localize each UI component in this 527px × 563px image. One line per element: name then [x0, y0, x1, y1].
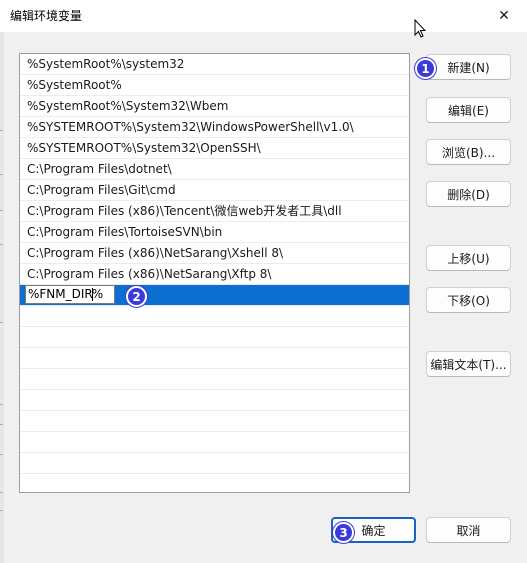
list-item-editing[interactable]: %FNM_DIR%	[20, 285, 409, 306]
empty-list-row	[20, 348, 409, 369]
empty-list-row	[20, 369, 409, 390]
list-item[interactable]: %SystemRoot%	[20, 75, 409, 96]
list-item[interactable]: %SYSTEMROOT%\System32\WindowsPowerShell\…	[20, 117, 409, 138]
edit-text-before-caret: %FNM_DIR	[28, 287, 93, 301]
mouse-pointer-icon	[414, 19, 427, 38]
close-icon: ✕	[498, 8, 510, 24]
path-edit-input[interactable]: %FNM_DIR%	[25, 285, 115, 304]
empty-list-row	[20, 327, 409, 348]
list-item[interactable]: %SystemRoot%\system32	[20, 54, 409, 75]
empty-list-row	[20, 432, 409, 453]
title-bar: 编辑环境变量 ✕	[0, 0, 527, 32]
delete-button[interactable]: 删除(D)	[426, 181, 511, 207]
step-badge-1: 1	[415, 58, 436, 79]
list-item[interactable]: %SYSTEMROOT%\System32\OpenSSH\	[20, 138, 409, 159]
background-window-edge	[0, 32, 4, 563]
empty-list-row	[20, 411, 409, 432]
edit-button[interactable]: 编辑(E)	[426, 97, 511, 123]
list-item[interactable]: C:\Program Files (x86)\NetSarang\Xshell …	[20, 243, 409, 264]
empty-list-row	[20, 306, 409, 327]
list-item[interactable]: C:\Program Files\TortoiseSVN\bin	[20, 222, 409, 243]
step-badge-3: 3	[333, 522, 354, 543]
list-item[interactable]: %SystemRoot%\System32\Wbem	[20, 96, 409, 117]
move-up-button[interactable]: 上移(U)	[426, 245, 511, 271]
move-down-button[interactable]: 下移(O)	[426, 287, 511, 313]
step-badge-2: 2	[126, 286, 147, 307]
list-item[interactable]: C:\Program Files (x86)\Tencent\微信web开发者工…	[20, 201, 409, 222]
cancel-button[interactable]: 取消	[426, 517, 511, 543]
list-item[interactable]: C:\Program Files\dotnet\	[20, 159, 409, 180]
list-item[interactable]: C:\Program Files (x86)\NetSarang\Xftp 8\	[20, 264, 409, 285]
edit-text-after-caret: %	[91, 287, 104, 301]
empty-list-row	[20, 453, 409, 474]
close-button[interactable]: ✕	[481, 0, 527, 32]
new-button[interactable]: 新建(N)	[426, 54, 511, 80]
browse-button[interactable]: 浏览(B)...	[426, 139, 511, 165]
edit-text-button[interactable]: 编辑文本(T)...	[426, 351, 511, 377]
list-item[interactable]: C:\Program Files\Git\cmd	[20, 180, 409, 201]
window-title: 编辑环境变量	[10, 9, 83, 23]
empty-list-row	[20, 390, 409, 411]
path-list[interactable]: %SystemRoot%\system32 %SystemRoot% %System…	[19, 53, 410, 493]
empty-list-row	[20, 474, 409, 492]
